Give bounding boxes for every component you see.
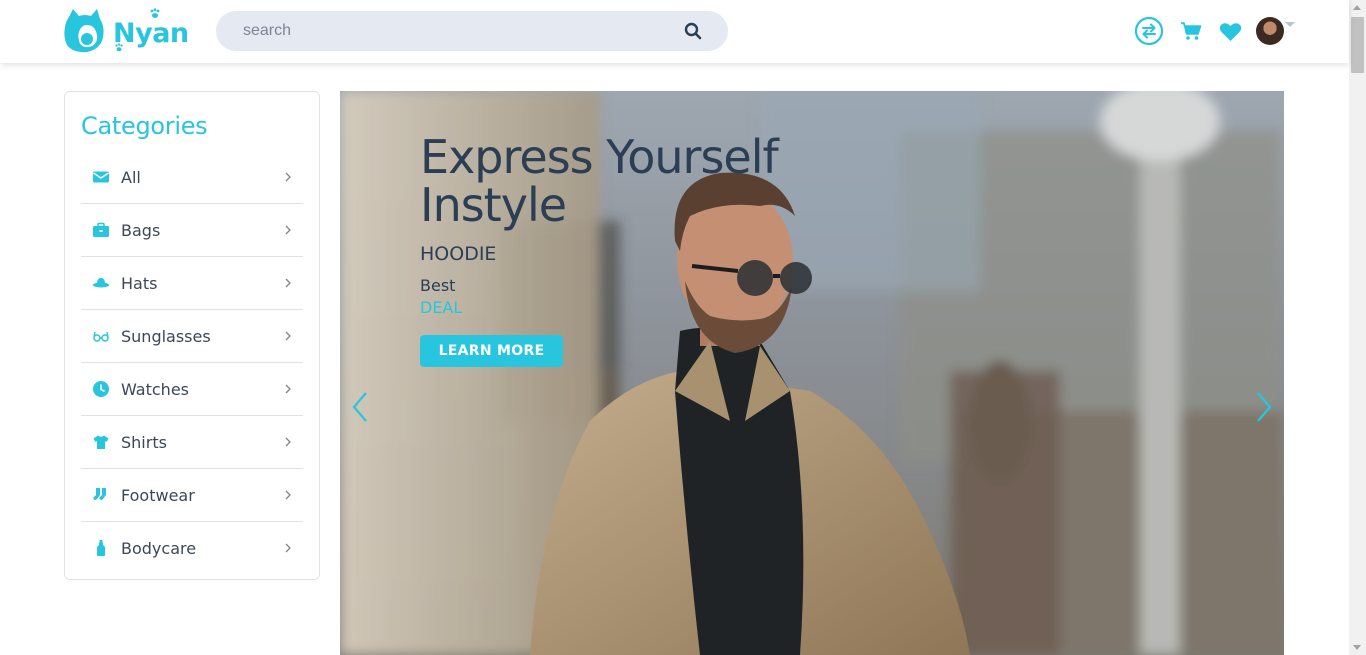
clock-icon [93,381,109,397]
chevron-right-icon [285,278,291,288]
chevron-down-icon[interactable] [1285,22,1295,27]
category-item-bodycare[interactable]: Bodycare [81,522,303,575]
hero-carousel: Express Yourself Instyle HOODIE Best DEA… [340,91,1284,655]
hero-title: Express Yourself Instyle [420,130,779,232]
briefcase-icon [93,222,109,237]
top-header: Nyan [0,0,1349,63]
category-item-sunglasses[interactable]: Sunglasses [81,310,303,363]
cart-icon[interactable] [1180,21,1202,41]
category-label: Watches [121,380,189,399]
heart-icon[interactable] [1219,22,1242,42]
category-label: Footwear [121,486,195,505]
chevron-right-icon [285,225,291,235]
socks-icon [93,488,106,500]
categories-panel: Categories All Bags Hats Sunglasses Watc… [64,91,320,580]
chevron-right-icon [285,437,291,447]
category-item-hats[interactable]: Hats [81,257,303,310]
compare-icon[interactable] [1134,16,1164,46]
scroll-thumb[interactable] [1351,17,1364,73]
avatar[interactable] [1256,17,1284,45]
chevron-right-icon [285,543,291,553]
learn-more-button[interactable]: LEARN MORE [420,335,563,367]
search-bar [216,11,728,51]
category-item-watches[interactable]: Watches [81,363,303,416]
category-label: Shirts [121,433,167,452]
carousel-next-icon[interactable] [1254,391,1274,423]
paw-icon [150,8,160,18]
chevron-right-icon [285,331,291,341]
category-label: Bodycare [121,539,197,558]
category-label: Bags [121,221,161,240]
scroll-down-arrow-icon[interactable] [1353,645,1361,650]
category-label: Sunglasses [121,327,211,346]
glasses-icon [93,331,109,342]
page-scrollbar[interactable] [1349,0,1366,655]
category-item-footwear[interactable]: Footwear [81,469,303,522]
category-item-bags[interactable]: Bags [81,204,303,257]
envelope-icon [93,171,109,183]
category-label: Hats [121,274,158,293]
category-label: All [121,168,141,187]
hero-deal-label: DEAL [420,298,463,317]
paw-icon [115,43,123,52]
chevron-right-icon [285,172,291,182]
chevron-right-icon [285,384,291,394]
hat-icon [93,278,109,288]
brand-name: Nyan [113,17,189,49]
scroll-up-arrow-icon[interactable] [1353,5,1361,10]
search-input[interactable] [243,11,663,51]
bottle-icon [97,540,105,556]
categories-title: Categories [81,112,208,140]
search-icon[interactable] [684,22,702,40]
category-item-all[interactable]: All [81,151,303,204]
category-list: All Bags Hats Sunglasses Watches Shirts [81,151,303,575]
carousel-prev-icon[interactable] [350,391,370,423]
hero-best-label: Best [420,276,456,295]
chevron-right-icon [285,490,291,500]
hero-subtitle: HOODIE [420,243,497,265]
shirt-icon [93,435,109,449]
category-item-shirts[interactable]: Shirts [81,416,303,469]
brand-logo[interactable]: Nyan [63,7,189,55]
cat-logo-icon [64,9,104,53]
